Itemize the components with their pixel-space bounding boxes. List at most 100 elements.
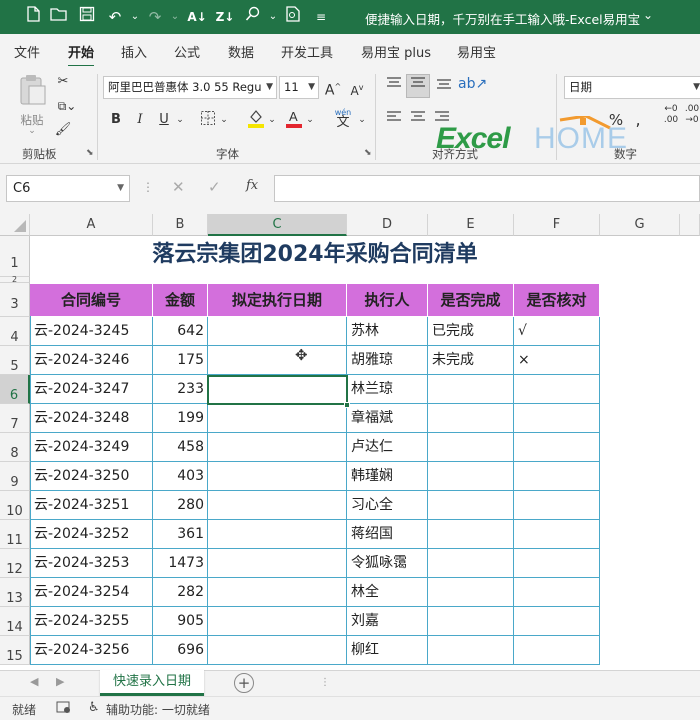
macro-record-icon[interactable] bbox=[56, 700, 72, 717]
cell-planned-date[interactable] bbox=[208, 462, 347, 491]
row-header[interactable]: 14 bbox=[0, 607, 30, 636]
phonetic-dropdown-icon[interactable]: ⌄ bbox=[356, 110, 368, 130]
cell-contract-id[interactable]: 云-2024-3254 bbox=[30, 578, 153, 607]
cell-planned-date[interactable] bbox=[208, 636, 347, 665]
header-cell-completed[interactable]: 是否完成 bbox=[428, 284, 513, 316]
cell-completed[interactable] bbox=[428, 549, 514, 578]
cut-icon[interactable]: ✂ bbox=[54, 72, 72, 92]
cell-amount[interactable]: 696 bbox=[153, 636, 208, 665]
copy-icon[interactable]: ⧉⌄ bbox=[54, 96, 80, 116]
cell-completed[interactable] bbox=[428, 375, 514, 404]
cell-completed[interactable] bbox=[428, 607, 514, 636]
header-cell-contract-id[interactable]: 合同编号 bbox=[30, 284, 152, 316]
cell-amount[interactable]: 361 bbox=[153, 520, 208, 549]
cell-amount[interactable]: 175 bbox=[153, 346, 208, 375]
cell-planned-date[interactable] bbox=[208, 317, 347, 346]
save-icon[interactable] bbox=[76, 6, 98, 28]
cell-planned-date[interactable] bbox=[208, 607, 347, 636]
column-header[interactable] bbox=[680, 214, 700, 236]
paste-dropdown-icon[interactable]: ⌄ bbox=[14, 127, 50, 136]
header-cell-executor[interactable]: 执行人 bbox=[347, 284, 427, 316]
font-color-icon[interactable]: A bbox=[284, 108, 304, 135]
cell-contract-id[interactable]: 云-2024-3252 bbox=[30, 520, 153, 549]
cell-contract-id[interactable]: 云-2024-3250 bbox=[30, 462, 153, 491]
tab-yiyongbao[interactable]: 易用宝 bbox=[457, 42, 496, 61]
cell-amount[interactable]: 642 bbox=[153, 317, 208, 346]
cell-verified[interactable] bbox=[514, 578, 600, 607]
cell-amount[interactable]: 282 bbox=[153, 578, 208, 607]
cell-executor[interactable]: 林兰琼 bbox=[347, 375, 428, 404]
cell-planned-date[interactable] bbox=[208, 520, 347, 549]
cell-verified[interactable] bbox=[514, 520, 600, 549]
cell-contract-id[interactable]: 云-2024-3255 bbox=[30, 607, 153, 636]
cell-amount[interactable]: 458 bbox=[153, 433, 208, 462]
align-middle-icon[interactable] bbox=[406, 74, 430, 98]
decrease-decimal-icon[interactable]: .00 →0 bbox=[684, 104, 700, 126]
cell-verified[interactable] bbox=[514, 433, 600, 462]
cell-verified[interactable] bbox=[514, 491, 600, 520]
cell-completed[interactable] bbox=[428, 462, 514, 491]
cell-planned-date[interactable] bbox=[208, 404, 347, 433]
cell-verified[interactable] bbox=[514, 404, 600, 433]
cell-contract-id[interactable]: 云-2024-3249 bbox=[30, 433, 153, 462]
customize-toolbar-icon[interactable]: ≡ bbox=[310, 6, 332, 28]
tab-home[interactable]: 开始 bbox=[68, 42, 95, 68]
cell-contract-id[interactable]: 云-2024-3256 bbox=[30, 636, 153, 665]
cell-amount[interactable]: 403 bbox=[153, 462, 208, 491]
cell-executor[interactable]: 胡雅琼 bbox=[347, 346, 428, 375]
cell-completed[interactable]: 已完成 bbox=[428, 317, 514, 346]
clipboard-launcher-icon[interactable]: ⬊ bbox=[86, 148, 94, 158]
cell-completed[interactable] bbox=[428, 520, 514, 549]
sheet-tab-active[interactable]: 快速录入日期 bbox=[100, 670, 204, 696]
select-all-corner[interactable] bbox=[0, 214, 30, 236]
confirm-entry-icon[interactable]: ✓ bbox=[208, 178, 221, 196]
row-header[interactable]: 3 bbox=[0, 283, 30, 317]
cancel-entry-icon[interactable]: ✕ bbox=[172, 178, 185, 196]
insert-function-icon[interactable]: fx bbox=[246, 178, 258, 193]
tab-file[interactable]: 文件 bbox=[14, 42, 40, 61]
tab-split-handle-icon[interactable]: ⋮ bbox=[320, 677, 330, 688]
cell-executor[interactable]: 卢达仁 bbox=[347, 433, 428, 462]
fill-color-icon[interactable] bbox=[246, 108, 266, 135]
cell-planned-date[interactable] bbox=[208, 549, 347, 578]
sort-ascending-icon[interactable]: A↓ bbox=[186, 6, 208, 28]
cell-executor[interactable]: 令狐咏霭 bbox=[347, 549, 428, 578]
row-header[interactable]: 8 bbox=[0, 433, 30, 462]
cell-amount[interactable]: 1473 bbox=[153, 549, 208, 578]
cell-executor[interactable]: 韩瑾娴 bbox=[347, 462, 428, 491]
row-header[interactable]: 15 bbox=[0, 636, 30, 665]
worksheet-grid[interactable]: A B C D E F G 1 2 落云宗集团2024年采购合同清单 3 合同编… bbox=[0, 214, 700, 670]
row-header[interactable]: 13 bbox=[0, 578, 30, 607]
add-sheet-icon[interactable]: + bbox=[234, 673, 254, 693]
column-header[interactable]: G bbox=[600, 214, 680, 236]
cell-executor[interactable]: 章福斌 bbox=[347, 404, 428, 433]
number-format-dropdown[interactable]: 日期 ▼ bbox=[564, 76, 700, 99]
cell-contract-id[interactable]: 云-2024-3245 bbox=[30, 317, 153, 346]
align-center-icon[interactable] bbox=[408, 110, 428, 131]
row-header-selected[interactable]: 6 bbox=[0, 375, 30, 404]
cell-verified[interactable] bbox=[514, 607, 600, 636]
column-header[interactable]: A bbox=[30, 214, 153, 236]
cell-verified[interactable] bbox=[514, 549, 600, 578]
cell-verified[interactable] bbox=[514, 375, 600, 404]
header-cell-amount[interactable]: 金额 bbox=[153, 284, 207, 316]
prev-sheet-icon[interactable]: ◀ bbox=[30, 675, 38, 688]
cell-executor[interactable]: 刘嘉 bbox=[347, 607, 428, 636]
align-top-icon[interactable] bbox=[384, 76, 404, 97]
cell-completed[interactable] bbox=[428, 404, 514, 433]
title-dropdown-icon[interactable]: ⌄ bbox=[643, 8, 653, 22]
find-icon[interactable] bbox=[242, 6, 264, 28]
column-header[interactable]: E bbox=[428, 214, 514, 236]
align-left-icon[interactable] bbox=[384, 110, 404, 131]
tab-formulas[interactable]: 公式 bbox=[174, 42, 200, 61]
tab-developer[interactable]: 开发工具 bbox=[281, 42, 333, 61]
row-header[interactable]: 1 bbox=[0, 236, 30, 277]
font-name-dropdown[interactable]: 阿里巴巴普惠体 3.0 55 Regu ▼ bbox=[103, 76, 277, 99]
column-header[interactable]: D bbox=[347, 214, 428, 236]
row-header[interactable]: 7 bbox=[0, 404, 30, 433]
undo-dropdown-icon[interactable]: ⌄ bbox=[124, 6, 146, 28]
column-header[interactable]: F bbox=[514, 214, 600, 236]
cell-verified[interactable] bbox=[514, 462, 600, 491]
fill-handle[interactable] bbox=[344, 402, 350, 408]
cell-verified[interactable]: × bbox=[514, 346, 600, 375]
